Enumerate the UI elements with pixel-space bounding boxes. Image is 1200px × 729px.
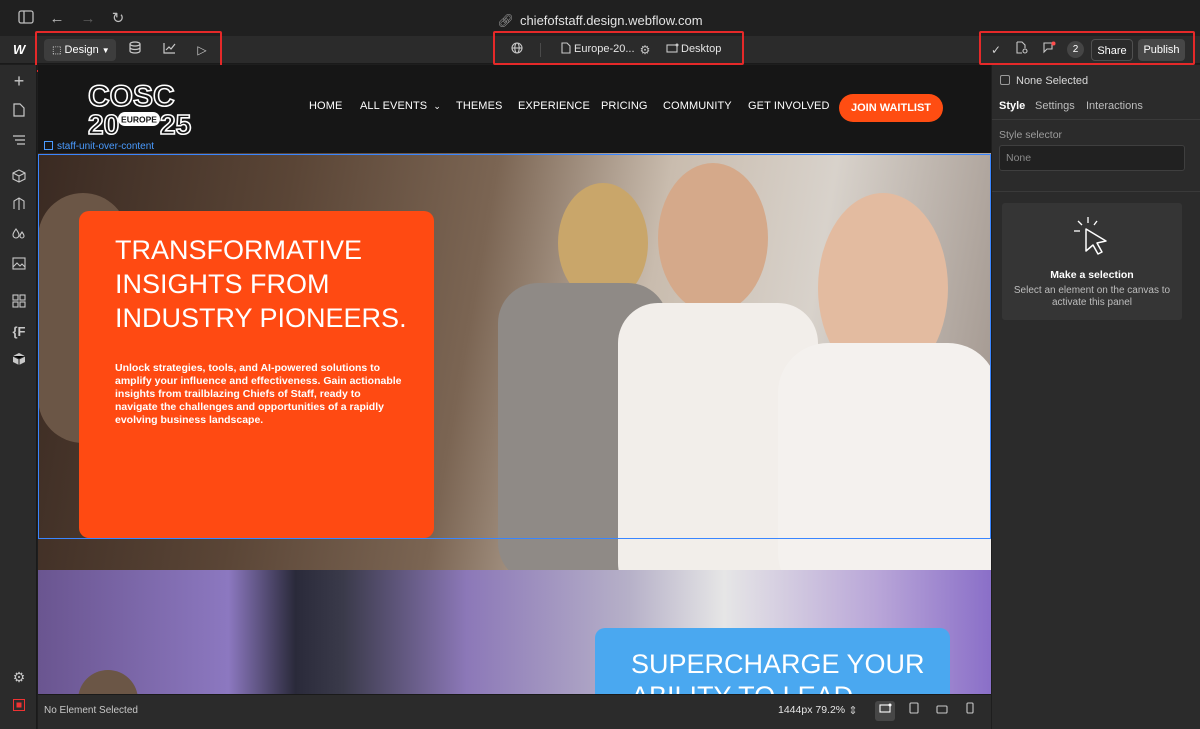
pages-icon[interactable] — [10, 103, 28, 121]
selected-element-name: staff-unit-over-content — [57, 141, 155, 152]
highlight-box-center — [493, 31, 744, 65]
address-bar[interactable]: 🔗︎ chiefofstaff.design.webflow.com — [0, 13, 1200, 29]
hero-card: TRANSFORMATIVE INSIGHTS FROM INDUSTRY PI… — [79, 211, 434, 538]
hero-section[interactable]: TRANSFORMATIVE INSIGHTS FROM INDUSTRY PI… — [38, 153, 991, 570]
empty-description: Select an element on the canvas to activ… — [1013, 285, 1171, 308]
tab-style[interactable]: Style — [999, 100, 1025, 112]
address-text: chiefofstaff.design.webflow.com — [519, 13, 703, 28]
finsweet-brace-icon[interactable]: {F — [10, 323, 28, 341]
hero-body: Unlock strategies, tools, and AI-powered… — [115, 362, 402, 426]
canvas-size-readout[interactable]: 1444px 79.2% — [778, 704, 845, 716]
join-waitlist-button[interactable]: JOIN WAITLIST — [839, 94, 943, 122]
status-bar: No Element Selected 1444px 79.2% ⇕ — [38, 694, 991, 729]
photo-figure — [778, 343, 991, 570]
hero-title: TRANSFORMATIVE INSIGHTS FROM INDUSTRY PI… — [115, 235, 407, 333]
none-selected-text: None Selected — [1016, 75, 1089, 87]
nav-themes[interactable]: THEMES — [456, 100, 502, 112]
pointer-click-icon — [1068, 215, 1114, 264]
assets-image-icon[interactable] — [10, 256, 28, 274]
desktop-view-icon[interactable] — [875, 701, 895, 721]
webflow-logo-icon[interactable]: W — [13, 42, 25, 57]
style-panel: None Selected Style Settings Interaction… — [992, 65, 1200, 729]
panel-divider — [992, 191, 1200, 192]
styles-drops-icon[interactable] — [10, 227, 28, 245]
empty-title: Make a selection — [1050, 269, 1134, 281]
nav-home[interactable]: HOME — [309, 100, 342, 112]
photo-figure — [658, 163, 768, 313]
resize-arrows-icon[interactable]: ⇕ — [843, 701, 863, 721]
add-plus-icon[interactable]: + — [10, 72, 28, 90]
logo-year-right: 25 — [160, 109, 191, 137]
selection-status: No Element Selected — [44, 705, 138, 716]
style-selector-label: Style selector — [999, 129, 1063, 141]
photo-figure — [78, 670, 138, 694]
second-section[interactable]: SUPERCHARGE YOUR ABILITY TO LEAD — [38, 570, 991, 694]
stop-record-icon[interactable] — [10, 697, 28, 715]
panel-divider — [992, 119, 1200, 120]
empty-selection-box: Make a selection Select an element on th… — [1002, 203, 1182, 320]
nav-community[interactable]: COMMUNITY — [663, 100, 732, 112]
apps-grid-icon[interactable] — [10, 294, 28, 312]
site-navbar: COSC 20 25 EUROPE HOME ALL EVENTS ⌄ THEM… — [38, 65, 991, 153]
mobile-landscape-icon[interactable] — [932, 701, 952, 721]
components-cube-icon[interactable] — [10, 169, 28, 187]
selection-indicator: None Selected — [1000, 75, 1088, 87]
nav-all-events[interactable]: ALL EVENTS ⌄ — [360, 100, 441, 112]
logo-year-left: 20 — [88, 109, 119, 137]
selected-element-label: staff-unit-over-content — [44, 141, 154, 152]
link-icon: 🔗︎ — [497, 13, 514, 28]
mobile-portrait-icon[interactable] — [960, 701, 980, 721]
design-canvas[interactable]: COSC 20 25 EUROPE HOME ALL EVENTS ⌄ THEM… — [38, 65, 991, 694]
nav-all-events-label: ALL EVENTS — [360, 100, 428, 112]
highlight-box-right — [979, 31, 1195, 65]
package-box-icon[interactable] — [10, 352, 28, 370]
section2-title: SUPERCHARGE YOUR ABILITY TO LEAD — [631, 649, 925, 694]
left-sidebar: + {F ⚙ — [0, 65, 37, 729]
navigator-icon[interactable] — [10, 132, 28, 150]
section2-card: SUPERCHARGE YOUR ABILITY TO LEAD — [595, 628, 950, 694]
nav-experience[interactable]: EXPERIENCE — [518, 100, 590, 112]
element-checkbox-icon — [44, 141, 53, 150]
tablet-view-icon[interactable] — [904, 701, 924, 721]
logo-europe-text: EUROPE — [121, 115, 157, 125]
element-checkbox-icon — [1000, 75, 1010, 85]
chevron-down-icon: ⌄ — [433, 101, 442, 111]
variables-icon[interactable] — [10, 197, 28, 215]
tab-settings[interactable]: Settings — [1035, 100, 1075, 112]
nav-pricing[interactable]: PRICING — [601, 100, 648, 112]
settings-gear-icon[interactable]: ⚙ — [10, 668, 28, 686]
nav-get-involved[interactable]: GET INVOLVED — [748, 100, 829, 112]
style-selector-input[interactable]: None — [999, 145, 1185, 171]
cosc-europe-logo[interactable]: COSC 20 25 EUROPE — [86, 79, 196, 141]
tab-interactions[interactable]: Interactions — [1086, 100, 1143, 112]
